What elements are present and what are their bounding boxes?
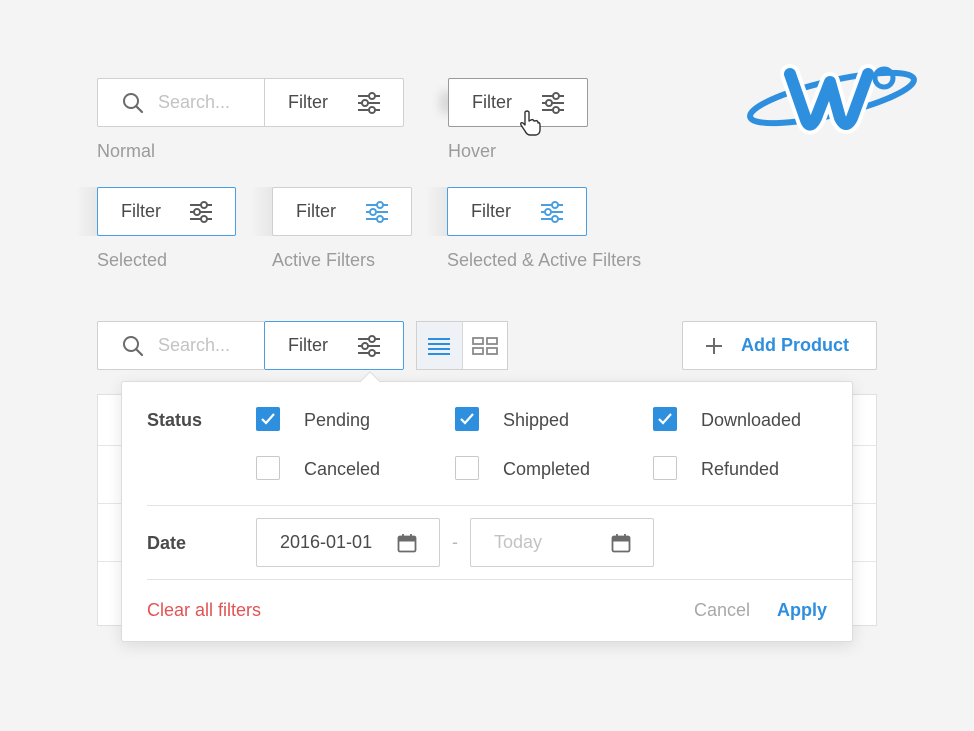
search-icon: [123, 92, 144, 113]
state-label-normal: Normal: [97, 141, 156, 161]
date-range-separator: -: [452, 532, 458, 552]
search-placeholder: Search...: [158, 335, 231, 355]
date-from-input[interactable]: 2016-01-01: [256, 518, 440, 567]
checkbox-label-refunded: Refunded: [701, 459, 780, 479]
list-view-button[interactable]: [417, 322, 462, 369]
date-label: Date: [147, 533, 187, 553]
state-label-selected: Selected: [97, 250, 168, 270]
sliders-icon: [358, 334, 380, 357]
check-icon: [460, 413, 474, 425]
calendar-icon: [611, 533, 631, 552]
calendar-icon: [397, 533, 417, 552]
date-to-placeholder: Today: [494, 532, 543, 552]
filter-label: Filter: [121, 201, 161, 221]
checkbox-label-pending: Pending: [304, 410, 371, 430]
search-input[interactable]: Search...: [98, 79, 265, 126]
filter-label: Filter: [288, 92, 328, 112]
filter-label: Filter: [471, 201, 511, 221]
apply-button[interactable]: Apply: [777, 600, 827, 621]
search-icon: [123, 335, 144, 356]
state-label-hover: Hover: [448, 141, 497, 161]
sliders-icon-active: [541, 200, 563, 223]
state-label-active: Active Filters: [272, 250, 376, 270]
plus-icon: [706, 337, 722, 354]
search-placeholder: Search...: [158, 92, 231, 112]
fade-edge: [426, 187, 448, 236]
search-input[interactable]: Search...: [98, 322, 265, 369]
divider: [147, 505, 852, 506]
check-icon: [658, 413, 672, 425]
checkbox-label-canceled: Canceled: [304, 459, 381, 479]
pointer-cursor-icon: [520, 110, 541, 136]
checkbox-canceled[interactable]: [256, 456, 280, 480]
sliders-icon-active: [366, 200, 388, 223]
filter-button-hover[interactable]: Filter: [448, 78, 588, 127]
sliders-icon: [358, 91, 380, 114]
checkbox-refunded[interactable]: [653, 456, 677, 480]
divider: [147, 579, 852, 580]
filter-button[interactable]: Filter: [265, 79, 403, 126]
date-to-input[interactable]: Today: [470, 518, 654, 567]
clear-filters-link[interactable]: Clear all filters: [147, 600, 261, 621]
brand-logo: [747, 64, 917, 135]
state-label-selected-active: Selected & Active Filters: [447, 250, 642, 270]
toolbar-filter-bar: Search... Filter: [97, 321, 404, 370]
check-icon: [261, 413, 275, 425]
checkbox-label-completed: Completed: [503, 459, 591, 479]
checkbox-completed[interactable]: [455, 456, 479, 480]
checkbox-label-shipped: Shipped: [503, 410, 570, 430]
filter-bar-normal: Search... Filter: [97, 78, 404, 127]
add-product-label: Add Product: [741, 335, 849, 355]
checkbox-downloaded[interactable]: [653, 407, 677, 431]
filter-label: Filter: [296, 201, 336, 221]
filter-label: Filter: [472, 92, 512, 112]
checkbox-shipped[interactable]: [455, 407, 479, 431]
view-toggle: [416, 321, 508, 370]
grid-view-button[interactable]: [461, 322, 507, 369]
date-from-value: 2016-01-01: [280, 532, 373, 552]
filter-button-selected-active[interactable]: Filter: [447, 187, 587, 236]
filter-label: Filter: [288, 335, 328, 355]
fade-edge: [76, 187, 98, 236]
cancel-button[interactable]: Cancel: [694, 600, 750, 621]
checkbox-pending[interactable]: [256, 407, 280, 431]
sliders-icon: [190, 200, 212, 223]
grid-icon: [472, 336, 498, 355]
filter-button-active[interactable]: Filter: [272, 187, 412, 236]
status-label: Status: [147, 410, 203, 430]
sliders-icon: [542, 91, 564, 114]
checkbox-label-downloaded: Downloaded: [701, 410, 802, 430]
fade-edge: [251, 187, 273, 236]
list-icon: [428, 337, 451, 355]
filter-button-open[interactable]: Filter: [265, 321, 403, 370]
filter-button-selected[interactable]: Filter: [97, 187, 236, 236]
add-product-button[interactable]: Add Product: [682, 321, 877, 370]
filter-panel: Status Pending Shipped Downloaded Cancel…: [121, 381, 853, 642]
